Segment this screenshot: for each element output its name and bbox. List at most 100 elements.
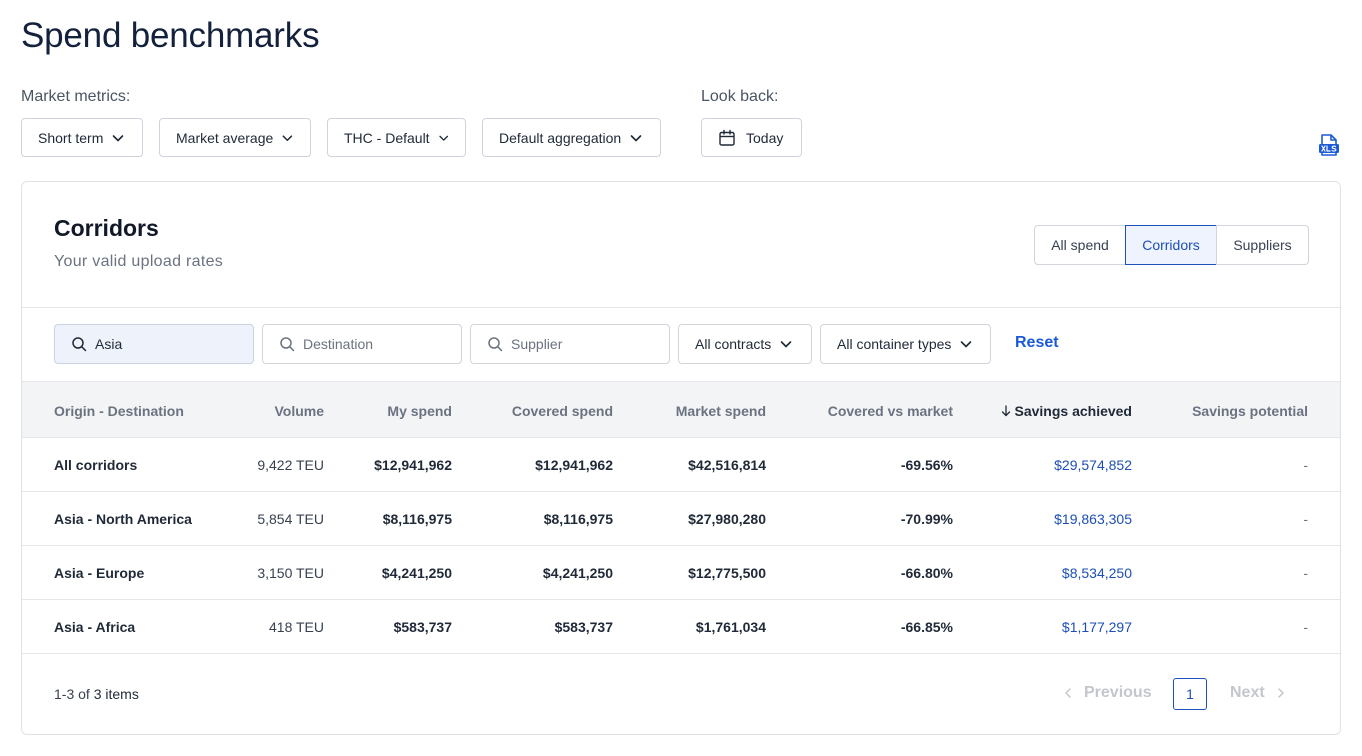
cell-covered-spend: $12,941,962: [535, 457, 613, 473]
pagination-summary: 1-3 of 3 items: [54, 686, 139, 702]
look-back-label: Look back:: [701, 88, 779, 105]
chevron-down-icon: [630, 134, 642, 141]
card-divider: [22, 307, 1340, 308]
origin-search[interactable]: [54, 324, 254, 364]
container-types-dropdown[interactable]: All container types: [820, 324, 991, 364]
column-header-my-spend[interactable]: My spend: [387, 403, 452, 419]
table-row[interactable]: Asia - Europe 3,150 TEU $4,241,250 $4,24…: [22, 546, 1340, 600]
cell-covered-vs-market: -66.85%: [900, 619, 953, 635]
previous-page-button[interactable]: Previous: [1062, 684, 1152, 702]
cell-my-spend: $12,941,962: [374, 457, 452, 473]
previous-page-label: Previous: [1084, 684, 1152, 701]
supplier-search-input[interactable]: [511, 336, 651, 352]
origin-search-input[interactable]: [95, 336, 235, 352]
cell-volume: 9,422 TEU: [257, 457, 324, 473]
cell-corridor: Asia - Europe: [54, 565, 145, 581]
aggregation-dropdown-label: Default aggregation: [499, 129, 622, 146]
view-corridors-button[interactable]: Corridors: [1125, 225, 1217, 265]
aggregation-dropdown[interactable]: Default aggregation: [482, 118, 661, 157]
chevron-down-icon: [961, 341, 972, 348]
table-header: Origin - Destination Volume My spend Cov…: [22, 381, 1340, 438]
chevron-down-icon: [780, 341, 792, 348]
destination-search[interactable]: [262, 324, 462, 364]
column-header-covered-spend[interactable]: Covered spend: [512, 403, 613, 419]
cell-corridor: Asia - Africa: [54, 619, 136, 635]
cell-volume: 5,854 TEU: [257, 511, 324, 527]
term-dropdown[interactable]: Short term: [21, 118, 143, 157]
cell-market-spend: $1,761,034: [695, 619, 766, 635]
xls-file-icon[interactable]: [1317, 133, 1341, 157]
card-subtitle: Your valid upload rates: [54, 253, 224, 270]
view-all-spend-button[interactable]: All spend: [1034, 225, 1126, 265]
chevron-down-icon: [113, 134, 124, 141]
column-header-savings-potential[interactable]: Savings potential: [1192, 403, 1308, 419]
market-dropdown[interactable]: Market average: [159, 118, 311, 157]
column-header-corridor[interactable]: Origin - Destination: [54, 403, 184, 419]
search-icon: [280, 337, 295, 352]
view-suppliers-button[interactable]: Suppliers: [1216, 225, 1309, 265]
contracts-dropdown[interactable]: All contracts: [678, 324, 812, 364]
column-header-savings-achieved[interactable]: Savings achieved: [1001, 403, 1132, 419]
cell-my-spend: $8,116,975: [382, 511, 452, 527]
cell-my-spend: $4,241,250: [381, 565, 452, 581]
cell-corridor: All corridors: [54, 457, 138, 473]
contracts-dropdown-label: All contracts: [695, 336, 772, 352]
corridors-card: Corridors Your valid upload rates All sp…: [21, 181, 1341, 735]
cell-market-spend: $42,516,814: [688, 457, 766, 473]
search-icon: [72, 337, 87, 352]
pagination-range: 1-3: [54, 686, 75, 702]
cell-volume: 3,150 TEU: [257, 565, 324, 581]
thc-dropdown[interactable]: THC - Default: [327, 118, 466, 157]
cell-market-spend: $27,980,280: [688, 511, 766, 527]
cell-covered-vs-market: -66.80%: [900, 565, 953, 581]
market-metrics-label: Market metrics:: [21, 88, 131, 105]
chevron-down-icon: [438, 135, 448, 141]
cell-savings-potential: -: [1303, 565, 1308, 581]
cell-market-spend: $12,775,500: [688, 565, 766, 581]
supplier-search[interactable]: [470, 324, 670, 364]
term-dropdown-label: Short term: [38, 129, 104, 146]
calendar-icon: [719, 129, 735, 146]
pagination-total: 3 items: [93, 686, 139, 702]
cell-savings-achieved-link[interactable]: $1,177,297: [1062, 619, 1132, 635]
table-row[interactable]: Asia - North America 5,854 TEU $8,116,97…: [22, 492, 1340, 546]
column-header-savings-achieved-label: Savings achieved: [1014, 403, 1132, 419]
sort-down-arrow-icon: [1002, 405, 1011, 417]
next-page-button[interactable]: Next: [1230, 684, 1287, 702]
column-header-volume[interactable]: Volume: [274, 403, 324, 419]
destination-search-input[interactable]: [303, 336, 443, 352]
cell-covered-spend: $8,116,975: [543, 511, 613, 527]
cell-my-spend: $583,737: [393, 619, 452, 635]
thc-dropdown-label: THC - Default: [344, 129, 430, 146]
market-dropdown-label: Market average: [176, 129, 274, 146]
cell-covered-vs-market: -70.99%: [900, 511, 953, 527]
cell-covered-vs-market: -69.56%: [900, 457, 953, 473]
cell-savings-potential: -: [1303, 619, 1308, 635]
cell-covered-spend: $583,737: [554, 619, 613, 635]
column-header-market-spend[interactable]: Market spend: [676, 403, 766, 419]
table-row[interactable]: Asia - Africa 418 TEU $583,737 $583,737 …: [22, 600, 1340, 654]
chevron-right-icon: [1277, 688, 1284, 698]
date-picker-button[interactable]: Today: [701, 118, 802, 157]
search-icon: [488, 337, 503, 352]
page-title: Spend benchmarks: [21, 16, 320, 55]
cell-savings-potential: -: [1303, 511, 1308, 527]
cell-savings-potential: -: [1303, 457, 1308, 473]
date-picker-label: Today: [746, 129, 784, 146]
table-row[interactable]: All corridors 9,422 TEU $12,941,962 $12,…: [22, 438, 1340, 492]
cell-savings-achieved-link[interactable]: $29,574,852: [1054, 457, 1132, 473]
view-switcher: All spend Corridors Suppliers: [1034, 225, 1309, 265]
card-title: Corridors: [54, 215, 159, 241]
reset-button[interactable]: Reset: [1015, 334, 1059, 352]
cell-volume: 418 TEU: [269, 619, 324, 635]
cell-savings-achieved-link[interactable]: $19,863,305: [1054, 511, 1132, 527]
chevron-down-icon: [282, 134, 293, 141]
column-header-covered-vs-market[interactable]: Covered vs market: [828, 403, 953, 419]
page-1-button[interactable]: 1: [1173, 678, 1207, 710]
cell-covered-spend: $4,241,250: [542, 565, 613, 581]
container-types-dropdown-label: All container types: [837, 336, 952, 352]
pagination-of: of: [78, 686, 90, 702]
chevron-left-icon: [1065, 688, 1071, 698]
cell-savings-achieved-link[interactable]: $8,534,250: [1062, 565, 1132, 581]
next-page-label: Next: [1230, 684, 1265, 701]
